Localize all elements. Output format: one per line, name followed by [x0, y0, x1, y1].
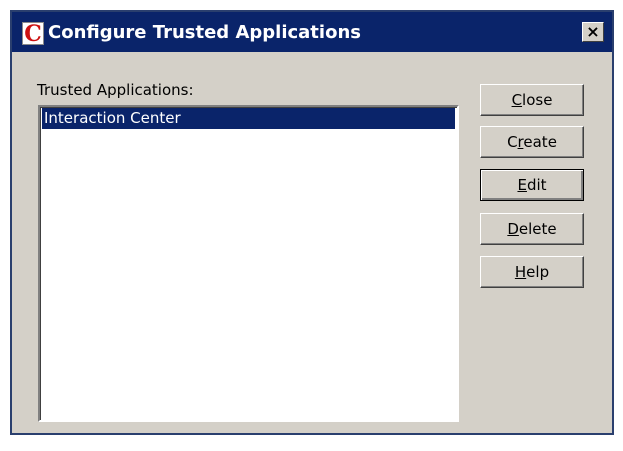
edit-button-mnemonic: E	[517, 176, 527, 194]
create-button-label-pre: C	[507, 133, 518, 151]
window-title: Configure Trusted Applications	[48, 22, 361, 43]
help-button-mnemonic: H	[514, 263, 527, 281]
title-bar[interactable]: C Configure Trusted Applications ×	[12, 12, 612, 52]
configure-trusted-applications-dialog: C Configure Trusted Applications × Trust…	[10, 10, 614, 435]
close-button-mnemonic: C	[511, 91, 523, 109]
list-item-interaction-center[interactable]: Interaction Center	[42, 108, 455, 129]
close-icon[interactable]: ×	[582, 22, 604, 42]
close-button-label-post: lose	[522, 91, 553, 109]
help-button-label-post: elp	[526, 263, 550, 281]
edit-button-label-post: dit	[526, 176, 547, 194]
trusted-applications-label: Trusted Applications:	[37, 81, 194, 99]
create-button[interactable]: Create	[480, 126, 584, 158]
edit-button[interactable]: Edit	[480, 169, 584, 201]
delete-button[interactable]: Delete	[480, 213, 584, 245]
create-button-label-post: eate	[523, 133, 557, 151]
app-logo-icon: C	[22, 22, 44, 45]
close-button[interactable]: Close	[480, 84, 584, 116]
help-button[interactable]: Help	[480, 256, 584, 288]
delete-button-label-post: elete	[518, 220, 557, 238]
delete-button-mnemonic: D	[507, 220, 519, 238]
trusted-applications-list[interactable]: Interaction Center	[38, 105, 459, 422]
